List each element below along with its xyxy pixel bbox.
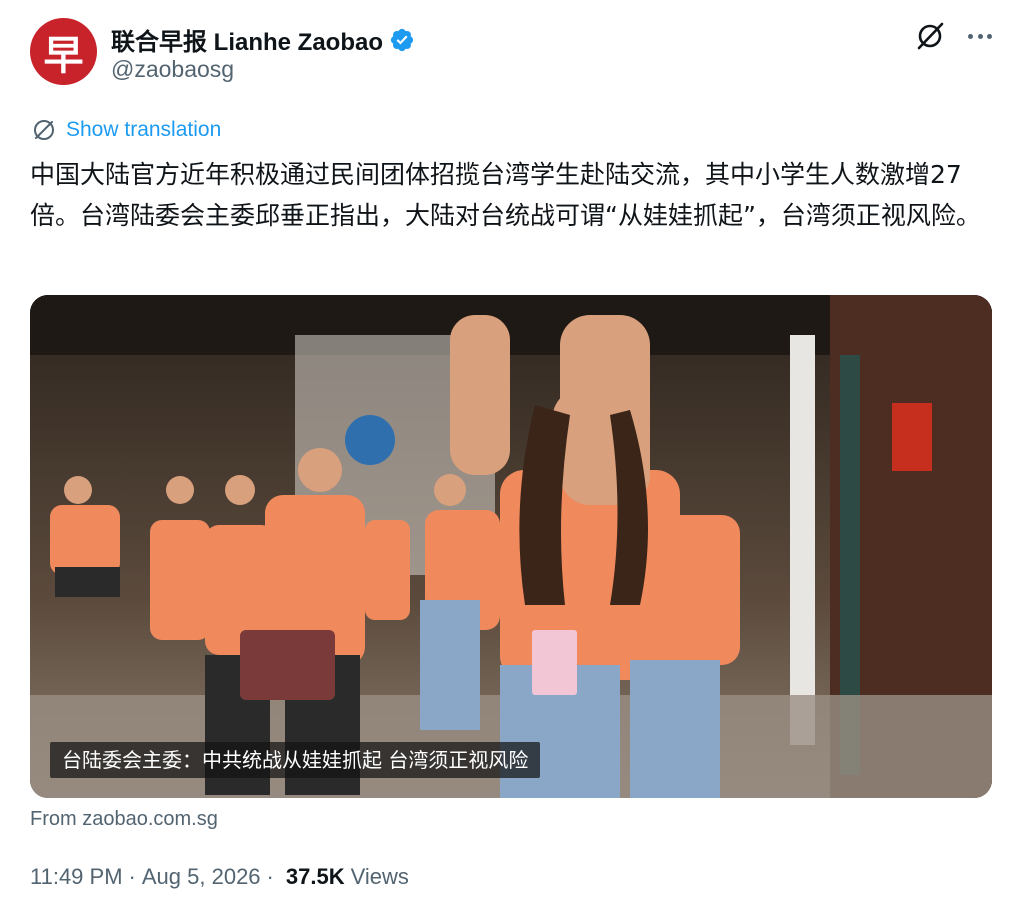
more-icon[interactable] [964,22,996,50]
verified-badge-icon [390,28,414,51]
name-row: 联合早报 Lianhe Zaobao [111,22,415,57]
link-source[interactable]: From zaobao.com.sg [30,808,218,831]
grok-icon[interactable] [914,20,946,52]
tweet-header: 早 联合早报 Lianhe Zaobao @zaobaosg [30,16,996,88]
tweet-meta: 11:49 PM · Aug 5, 2026 · 37.5K Views [30,864,409,890]
handle[interactable]: @zaobaosg [111,56,234,83]
display-name[interactable]: 联合早报 Lianhe Zaobao [111,22,383,57]
meta-separator-2: · [266,864,274,889]
tweet-text: 中国大陆官方近年积极通过民间团体招揽台湾学生赴陆交流，其中小学生人数激增27倍。… [30,160,981,230]
tweet-media[interactable]: 台陆委会主委：中共统战从娃娃抓起 台湾须正视风险 [30,295,992,798]
avatar[interactable]: 早 [30,18,97,85]
tweet-date[interactable]: Aug 5, 2026 [142,864,261,890]
views-count: 37.5K [285,864,345,889]
tweet-time[interactable]: 11:49 PM [30,864,123,890]
media-caption: 台陆委会主委：中共统战从娃娃抓起 台湾须正视风险 [50,742,541,778]
show-translation-link[interactable]: Show translation [32,118,221,142]
avatar-glyph: 早 [43,31,84,79]
views-label: Views [350,864,409,889]
meta-separator: · [128,864,136,889]
media-photo [30,295,992,798]
show-translation-label: Show translation [66,118,222,141]
translate-icon [34,120,54,140]
